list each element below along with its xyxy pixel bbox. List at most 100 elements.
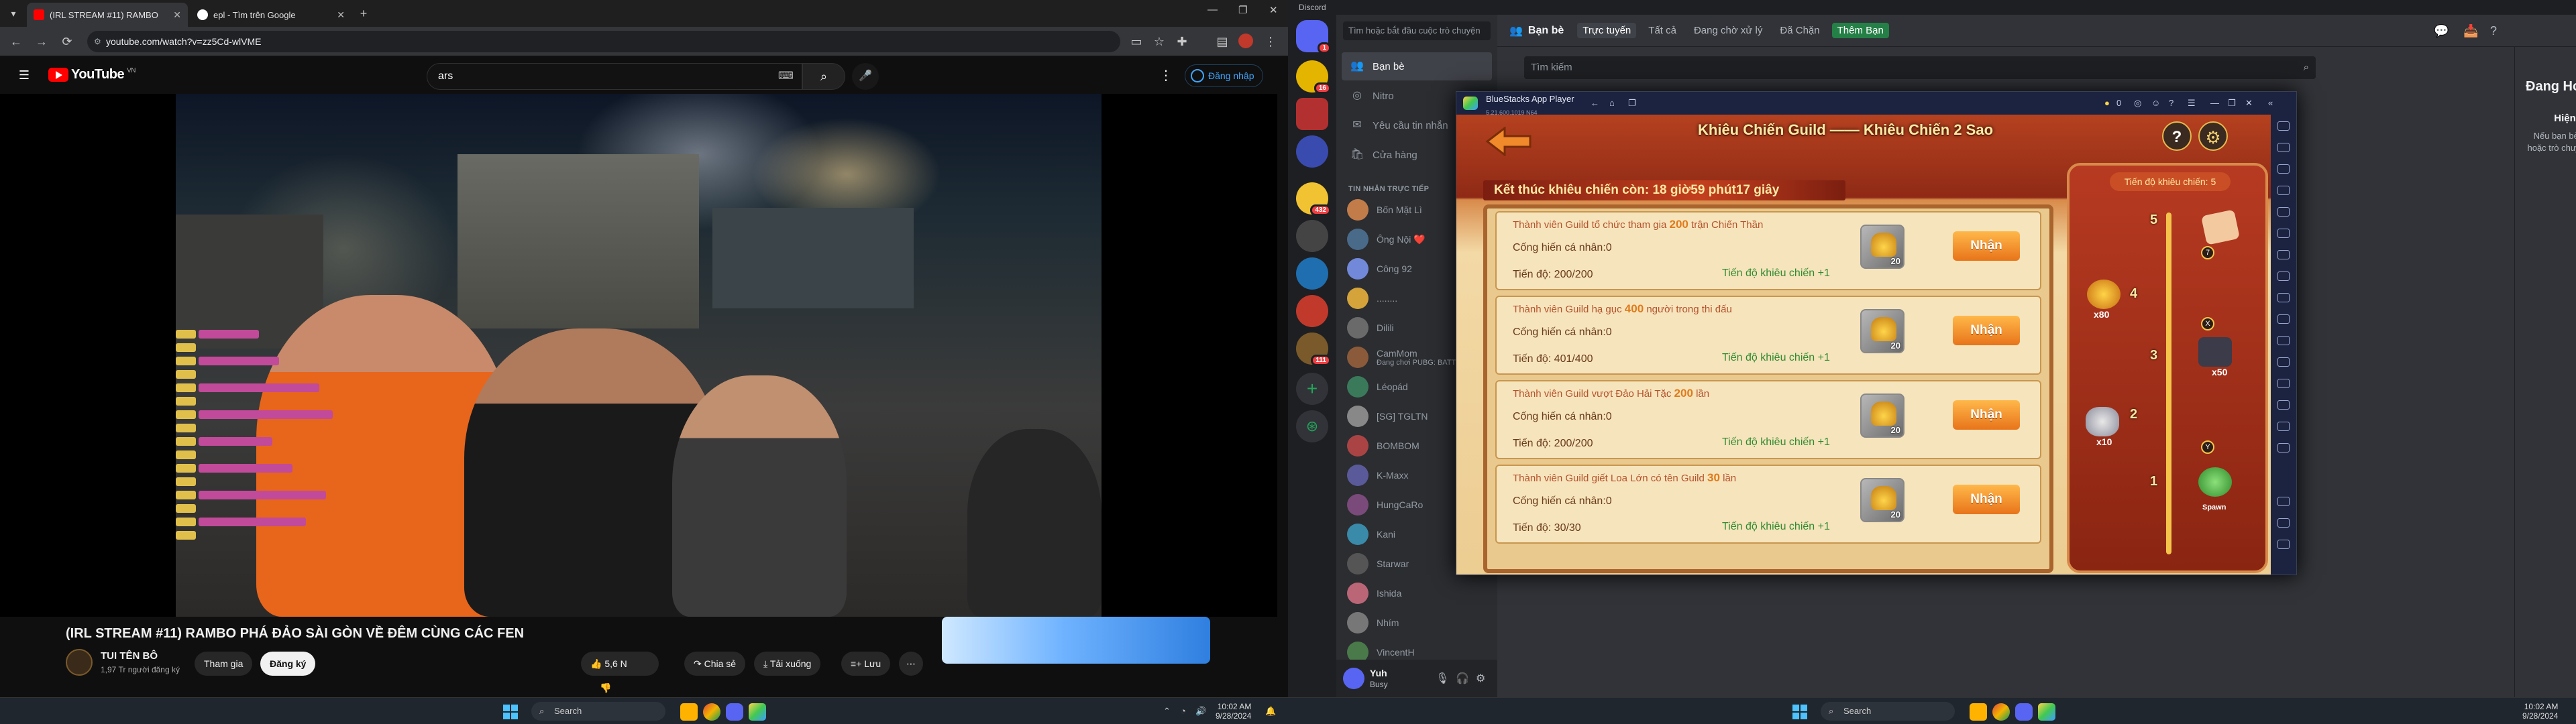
account-icon[interactable]: ☺ [2151, 92, 2160, 115]
address-bar[interactable]: ⚙ youtube.com/watch?v=zz5Cd-wlVME [87, 31, 1120, 52]
reward-crown-item[interactable]: 20 [1860, 478, 1904, 522]
screenshot-icon[interactable] [2277, 229, 2290, 238]
forward-icon[interactable]: → [34, 34, 50, 50]
menu-icon[interactable]: ☰ [2188, 92, 2196, 115]
share-button[interactable]: ↷ Chia sẻ [684, 652, 746, 676]
close-window-icon[interactable]: ✕ [2245, 92, 2253, 115]
reward-silver-icon[interactable] [2086, 407, 2119, 436]
claim-button[interactable]: Nhận [1953, 231, 2020, 261]
volume-icon[interactable]: 🔊 [1195, 706, 1206, 717]
sign-in-button[interactable]: Đăng nhập [1185, 64, 1263, 87]
home-dm-icon[interactable]: 1 [1296, 20, 1331, 54]
gamepad-icon[interactable] [2277, 186, 2290, 195]
voice-search-mic-icon[interactable]: 🎤 [852, 63, 879, 90]
nav-friends[interactable]: 👥 Bạn bè [1342, 52, 1492, 80]
game-back-arrow-icon[interactable] [1485, 127, 1533, 156]
settings-gear-icon[interactable]: ⚙ [1476, 672, 1485, 685]
headset-icon[interactable]: 🎧 [1456, 672, 1469, 685]
chrome-menu-icon[interactable]: ⋮ [1263, 34, 1279, 50]
add-friend-button[interactable]: Thêm Bạn [1831, 23, 1889, 38]
like-button[interactable]: 👍 5,6 N 👎 [581, 652, 659, 693]
user-avatar[interactable] [1343, 668, 1364, 689]
subscribe-button[interactable]: Đăng ký [260, 652, 316, 676]
trash-icon[interactable] [2277, 400, 2290, 410]
bookmark-star-icon[interactable]: ☆ [1151, 34, 1167, 50]
video-player[interactable] [0, 94, 1277, 617]
new-group-dm-icon[interactable]: 💬 [2434, 24, 2449, 38]
help-icon[interactable]: ? [2169, 92, 2174, 115]
sidebar-icon[interactable]: ▤ [1214, 34, 1230, 50]
volume-icon[interactable] [2277, 143, 2290, 152]
tab-youtube-stream[interactable]: (IRL STREAM #11) RAMBO ✕ [27, 3, 188, 27]
eco-mode-icon[interactable] [2277, 357, 2290, 367]
reward-envelope-icon[interactable] [2200, 209, 2241, 245]
close-tab-icon[interactable]: ✕ [337, 9, 345, 21]
keyboard-controls-icon[interactable] [2277, 164, 2290, 174]
server-icon[interactable]: 432 [1296, 182, 1331, 216]
game-help-icon[interactable]: ? [2162, 121, 2192, 151]
extensions-icon[interactable]: ✚ [1174, 34, 1190, 50]
reward-crown-item[interactable]: 20 [1860, 309, 1904, 353]
help-icon[interactable]: ? [2490, 24, 2497, 38]
install-apk-icon[interactable] [2277, 272, 2290, 281]
shake-icon[interactable] [2277, 314, 2290, 324]
friends-search-input[interactable]: Tìm kiếm ⌕ [1524, 56, 2316, 79]
hamburger-menu-icon[interactable]: ☰ [16, 67, 32, 83]
multi-instance-icon[interactable]: ❐ [1628, 92, 1636, 115]
settings-dots-icon[interactable]: ⋮ [1159, 67, 1173, 84]
dm-item[interactable]: Nhím [1342, 609, 1492, 637]
chrome-icon[interactable] [703, 703, 720, 721]
record-icon[interactable] [2277, 250, 2290, 259]
claim-button[interactable]: Nhận [1953, 485, 2020, 514]
explore-servers-icon[interactable]: ⊛ [1296, 410, 1328, 442]
wifi-icon[interactable]: ◔ [1181, 706, 1186, 716]
reward-crown-item[interactable]: 20 [1860, 225, 1904, 269]
sync-icon[interactable] [2277, 379, 2290, 388]
download-button[interactable]: ⤓ Tải xuống [754, 652, 821, 676]
youtube-logo[interactable]: YouTube VN [48, 67, 136, 82]
minimize-icon[interactable]: — [2210, 92, 2219, 115]
taskbar-search[interactable]: ⌕ Search [1821, 702, 1955, 721]
rotate-icon[interactable] [2277, 336, 2290, 345]
bluestacks-icon[interactable] [749, 703, 766, 721]
discord-icon[interactable] [2015, 703, 2033, 721]
reward-gold-icon[interactable] [2087, 280, 2121, 309]
more-actions-icon[interactable]: ⋯ [899, 652, 923, 676]
reward-box-icon[interactable] [2198, 337, 2232, 367]
windows-start-icon[interactable] [1792, 705, 1807, 719]
folder-icon[interactable] [2277, 422, 2290, 431]
discord-icon[interactable] [726, 703, 743, 721]
dm-item[interactable]: Ishida [1342, 579, 1492, 607]
game-screen[interactable]: Khiêu Chiến Guild —— Khiêu Chiến 2 Sao ?… [1456, 115, 2271, 575]
tab-online[interactable]: Trực tuyến [1577, 23, 1637, 38]
new-tab-icon[interactable]: + [356, 5, 372, 21]
reward-crown-item[interactable]: 20 [1860, 394, 1904, 438]
windows-start-icon[interactable] [503, 705, 518, 719]
maximize-icon[interactable]: ❐ [2228, 92, 2236, 115]
settings-icon[interactable] [2277, 497, 2290, 506]
server-icon[interactable] [1296, 257, 1328, 290]
channel-name[interactable]: TUI TÊN BÔ [101, 650, 158, 662]
reload-icon[interactable]: ⟳ [59, 34, 75, 50]
tray-overflow-icon[interactable]: ⌃ [1163, 706, 1171, 717]
back-icon[interactable]: ← [1591, 92, 1599, 115]
ad-banner[interactable] [942, 617, 1210, 664]
clock[interactable]: 10:02 AM 9/28/2024 [2522, 702, 2558, 721]
clock[interactable]: 10:02 AM 9/28/2024 [1216, 702, 1251, 721]
notification-icon[interactable]: ◎ [2134, 92, 2141, 115]
youtube-search-button[interactable]: ⌕ [802, 63, 845, 90]
close-tab-icon[interactable]: ✕ [173, 9, 181, 21]
site-info-icon[interactable]: ⚙ [94, 31, 101, 52]
fullscreen-icon[interactable] [2277, 121, 2290, 131]
layers-icon[interactable] [2277, 443, 2290, 452]
server-icon[interactable]: 111 [1296, 333, 1331, 366]
close-window-icon[interactable]: ✕ [1269, 4, 1278, 16]
minimize-icon[interactable]: — [1208, 4, 1218, 15]
tab-search-icon[interactable]: ▾ [5, 5, 21, 21]
tab-google-search[interactable]: epl - Tìm trên Google ✕ [191, 3, 352, 27]
tab-pending[interactable]: Đang chờ xử lý [1688, 23, 1768, 38]
mic-icon[interactable]: 🎙 [1436, 672, 1449, 685]
server-icon[interactable] [1296, 295, 1328, 327]
game-settings-gear-icon[interactable]: ⚙ [2198, 121, 2228, 151]
join-button[interactable]: Tham gia [195, 652, 253, 676]
